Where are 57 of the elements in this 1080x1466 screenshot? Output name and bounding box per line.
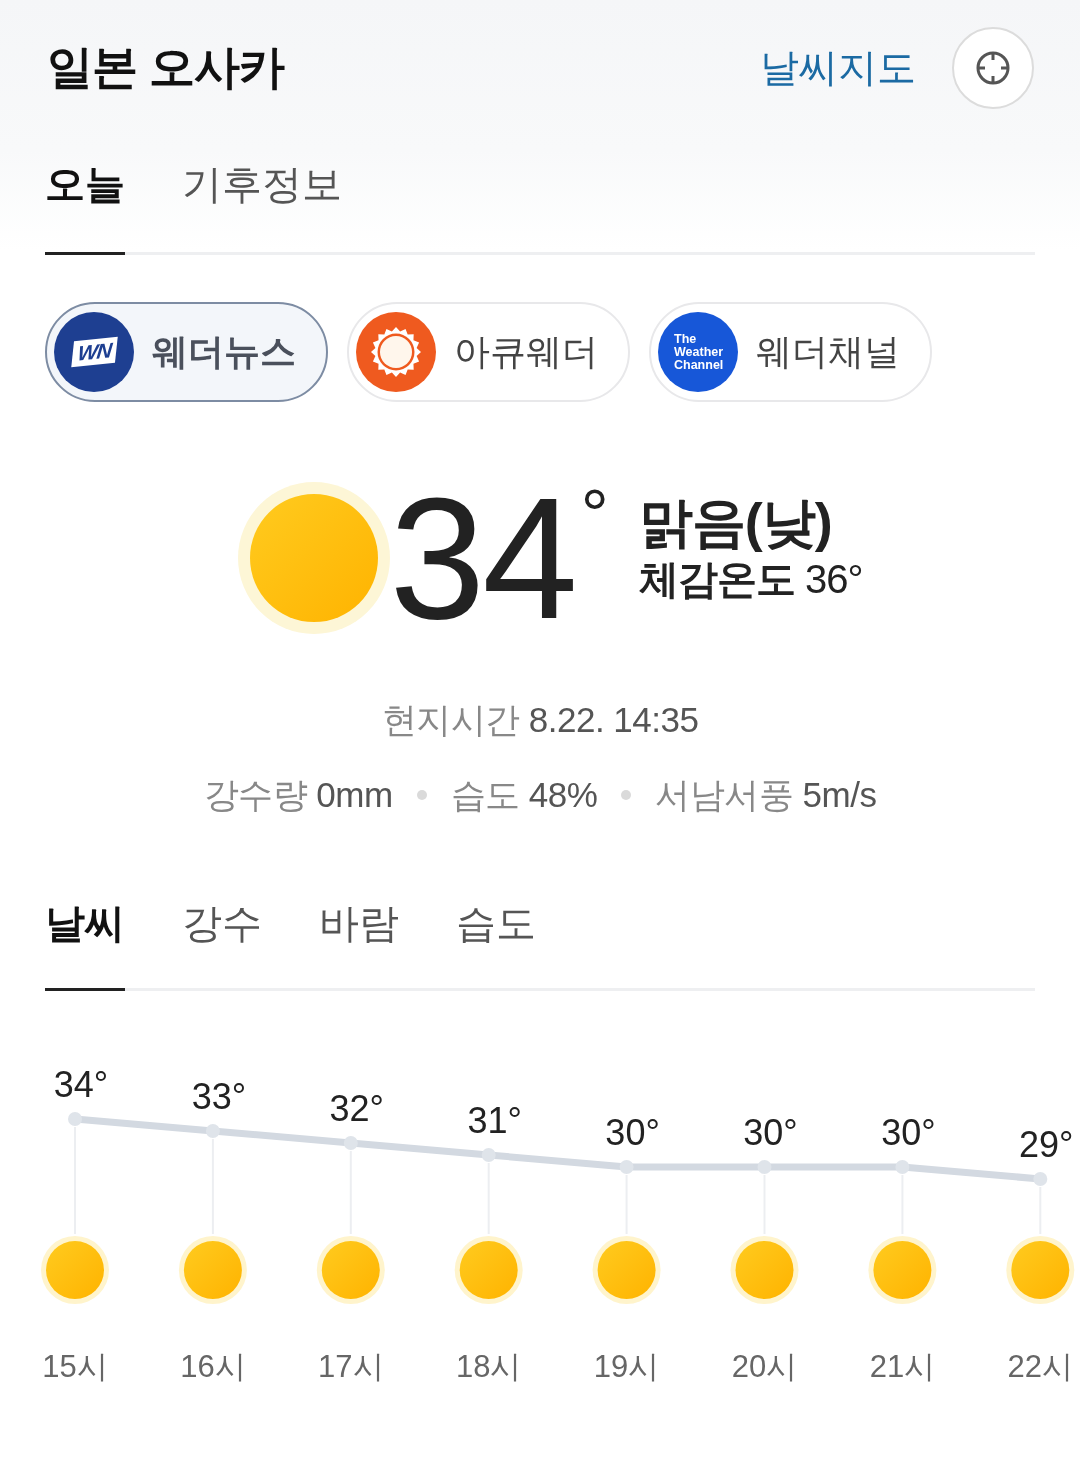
separator-dot-icon	[416, 790, 427, 800]
tab[interactable]: 기후정보	[182, 160, 342, 255]
chart-point	[205, 1124, 220, 1138]
tab[interactable]: 강수	[182, 899, 262, 991]
brand-logo: WN	[54, 312, 134, 392]
brand-logo: The Weather Channel	[658, 312, 738, 392]
local-time: 현지시간 8.22. 14:35	[381, 699, 699, 741]
hour-label: 22시	[1007, 1349, 1074, 1384]
source-chip[interactable]: The Weather Channel 웨더채널	[649, 302, 932, 402]
sun-icon	[41, 1236, 109, 1304]
city-title: 일본 오사카	[47, 40, 284, 95]
weather-stat: 습도 48%	[450, 774, 598, 816]
value-label: 30°	[743, 1112, 798, 1153]
source-chip[interactable]: WN 웨더뉴스	[45, 302, 328, 402]
chart-point	[68, 1112, 82, 1126]
chart-point	[481, 1148, 496, 1162]
weather-map-link[interactable]: 날씨지도	[760, 41, 916, 95]
tab[interactable]: 날씨	[45, 899, 125, 991]
hour-label: 21시	[869, 1349, 936, 1384]
chart-point	[619, 1160, 634, 1174]
chart-point	[1033, 1172, 1048, 1186]
sun-icon	[730, 1236, 799, 1304]
value-label: 31°	[467, 1100, 522, 1141]
chart-point	[757, 1160, 772, 1174]
value-label: 30°	[605, 1112, 660, 1153]
sun-icon	[1006, 1236, 1075, 1304]
value-label: 32°	[329, 1088, 385, 1129]
chart-point	[343, 1136, 358, 1150]
sun-logo-icon	[356, 312, 436, 392]
value-label: 33°	[191, 1076, 247, 1117]
hour-label: 17시	[318, 1349, 384, 1384]
weather-stat: 서남서풍 5m/s	[655, 774, 877, 816]
hour-label: 18시	[455, 1349, 522, 1384]
condition-text: 맑음(낮)	[638, 491, 833, 554]
sun-icon	[868, 1236, 937, 1304]
sun-icon	[178, 1236, 247, 1304]
tab[interactable]: 습도	[456, 899, 536, 991]
value-label: 29°	[1019, 1124, 1074, 1165]
degree-unit: °	[580, 480, 609, 550]
source-chip[interactable]: 아큐웨더	[347, 302, 630, 402]
tab[interactable]: 바람	[319, 899, 399, 991]
feels-like-text: 체감온도 36°	[638, 556, 863, 603]
sun-icon	[237, 482, 390, 634]
chart-point	[895, 1160, 910, 1174]
hour-label: 16시	[180, 1349, 246, 1384]
sun-icon	[592, 1236, 661, 1304]
sun-icon	[316, 1236, 385, 1304]
temperature: 34	[389, 472, 575, 644]
separator-dot-icon	[621, 790, 632, 800]
hour-label: 19시	[593, 1349, 660, 1384]
sun-icon	[454, 1236, 523, 1304]
hour-label: 20시	[731, 1349, 798, 1384]
weather-stat: 강수량 0mm	[203, 774, 393, 816]
tab[interactable]: 오늘	[45, 160, 125, 255]
hour-label: 15시	[42, 1349, 108, 1384]
value-label: 34°	[53, 1064, 109, 1105]
value-label: 30°	[881, 1112, 936, 1153]
